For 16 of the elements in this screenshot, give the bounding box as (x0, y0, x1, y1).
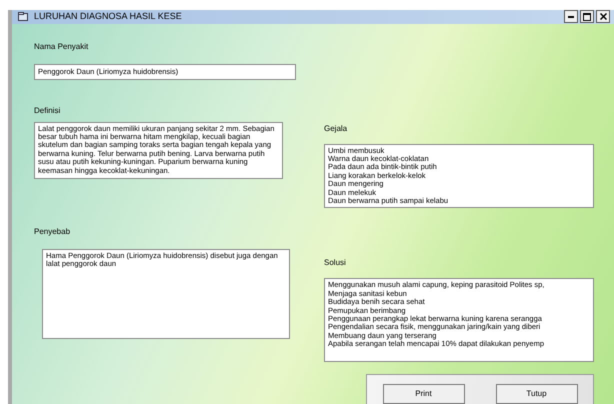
window-icon (18, 12, 28, 22)
field-label: Solusi (324, 258, 347, 268)
field-label: Penyebab (34, 226, 72, 236)
minimize-icon (568, 16, 574, 18)
field-label: Nama Penyakit (34, 42, 90, 52)
window-title: LURUHAN DIAGNOSA HASIL KESE (34, 10, 182, 23)
close-icon (600, 13, 606, 20)
field-label: Gejala (324, 124, 348, 134)
solutions-list[interactable] (324, 278, 594, 362)
maximize-button[interactable] (580, 10, 594, 24)
action-button[interactable]: Print (382, 384, 464, 404)
action-button[interactable]: Tutup (496, 384, 578, 404)
minimize-button[interactable] (564, 10, 578, 24)
close-button[interactable] (596, 10, 610, 24)
field-label: Definisi (34, 106, 62, 116)
maximize-icon (583, 12, 591, 21)
